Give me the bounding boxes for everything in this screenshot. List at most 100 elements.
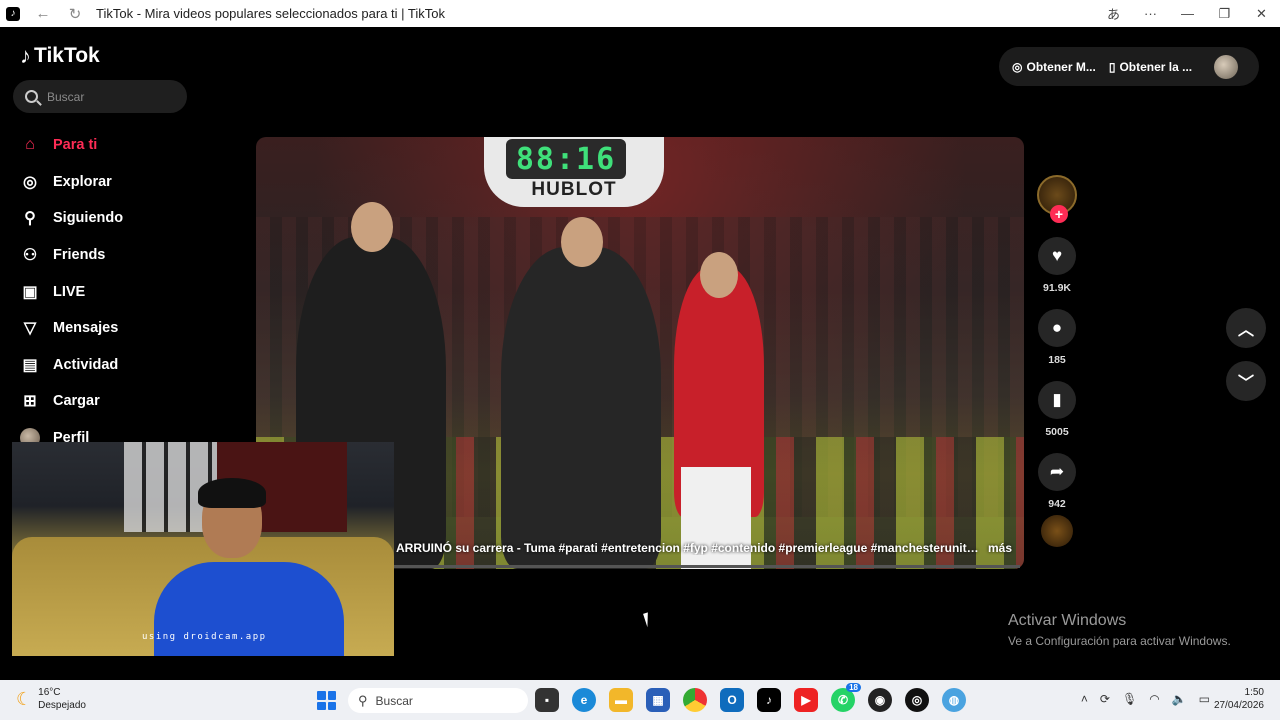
tiktok-app: ♪ TikTok Buscar ⌂ Para ti ◎ Explorar ⚲ S… (0, 27, 1280, 680)
sidebar-item-cargar[interactable]: ⊞ Cargar (20, 383, 123, 420)
sidebar-item-label: LIVE (53, 283, 86, 300)
sidebar-item-label: Para ti (53, 137, 98, 154)
taskbar-apps: ▪ e ▬ ▦ O ♪ ▶ ✆ 18 ◉ ◎ ◍ (535, 683, 979, 712)
coin-icon: ◎ (1012, 59, 1023, 74)
webcam-watermark: using droidcam.app (142, 632, 267, 642)
sidebar-nav: ⌂ Para ti ◎ Explorar ⚲ Siguiendo ⚇ Frien… (20, 127, 123, 456)
chrome-icon[interactable] (683, 688, 707, 712)
clock-date: 27/04/2026 (1213, 700, 1264, 711)
tiktok-taskbar-icon[interactable]: ♪ (757, 688, 781, 712)
like-button[interactable]: ♥ 91.9K (1037, 237, 1077, 295)
sidebar-item-label: Actividad (53, 356, 119, 373)
sidebar-item-friends[interactable]: ⚇ Friends (20, 237, 123, 274)
maximize-button[interactable]: ❐ (1206, 6, 1243, 22)
sidebar-item-mensajes[interactable]: ▽ Mensajes (20, 310, 123, 347)
sidebar-item-siguiendo[interactable]: ⚲ Siguiendo (20, 200, 123, 237)
user-follow-icon: ⚲ (24, 210, 36, 228)
app-icon[interactable]: ◍ (942, 688, 966, 712)
sidebar-item-label: Siguiendo (53, 210, 124, 227)
tiktok-logo[interactable]: ♪ TikTok (20, 43, 100, 69)
youtube-icon[interactable]: ▶ (794, 688, 818, 712)
clock[interactable]: 1:50 27/04/2026 (1214, 686, 1264, 712)
tiktok-app-icon: ♪ (6, 6, 20, 21)
microphone-icon[interactable]: 🎙 (1122, 692, 1137, 706)
previous-video-button[interactable]: ︿ (1226, 308, 1266, 348)
heart-icon: ♥ (1038, 237, 1076, 275)
start-button[interactable] (317, 691, 336, 710)
back-arrow-icon[interactable]: ← (34, 5, 52, 22)
sidebar-item-live[interactable]: ▣ LIVE (20, 273, 123, 310)
phone-icon: ▯ (1108, 59, 1116, 74)
board-brand: HUBLOT (531, 179, 617, 200)
user-avatar[interactable] (1214, 54, 1239, 79)
video-progress-bar[interactable] (393, 565, 1020, 568)
translate-icon[interactable]: あ (1095, 4, 1132, 23)
minimize-button[interactable]: — (1169, 6, 1206, 21)
whatsapp-icon[interactable]: ✆ 18 (831, 683, 861, 712)
sidebar-item-label: Cargar (53, 393, 100, 410)
weather-widget[interactable]: ☾ 16°C Despejado (16, 686, 86, 712)
substitution-board: 88:16 HUBLOT (484, 137, 664, 207)
save-count: 5005 (1045, 426, 1069, 438)
video-head (351, 202, 393, 252)
sidebar-item-explorar[interactable]: ◎ Explorar (20, 164, 123, 201)
share-button[interactable]: ➦ 942 (1037, 453, 1077, 511)
comment-icon: ● (1038, 309, 1076, 347)
comment-count: 185 (1048, 354, 1066, 366)
comment-button[interactable]: ● 185 (1037, 309, 1077, 367)
mouse-cursor (643, 610, 657, 628)
more-icon[interactable]: ··· (1132, 6, 1169, 21)
caption-text: ARRUINÓ su carrera - Tuma #parati #entre… (396, 541, 980, 555)
network-sync-icon[interactable]: ⟳ (1100, 692, 1110, 706)
webcam-overlay: using droidcam.app (12, 442, 394, 656)
get-coins-button[interactable]: ◎ Obtener M... (1012, 60, 1096, 74)
taskbar-search[interactable]: ⚲ Buscar (348, 688, 528, 713)
more-button[interactable]: más (988, 541, 1012, 555)
taskbar-search-label: Buscar (375, 693, 413, 708)
wifi-icon[interactable]: ◠ (1149, 692, 1159, 706)
volume-icon[interactable]: 🔈 (1172, 692, 1187, 706)
reload-icon[interactable]: ↻ (66, 5, 84, 23)
browser-titlebar: ♪ ← ↻ TikTok - Mira videos populares sel… (0, 0, 1280, 27)
windows-activation-watermark: Activar Windows Ve a Configuración para … (1008, 612, 1231, 648)
get-app-button[interactable]: ▯ Obtener la ... (1109, 60, 1192, 74)
search-icon (25, 90, 38, 103)
search-placeholder: Buscar (47, 89, 85, 104)
obs-icon[interactable]: ◉ (868, 688, 892, 712)
music-disc-icon[interactable] (1041, 515, 1073, 547)
send-icon: ▽ (23, 320, 37, 338)
temperature: 16°C (38, 687, 61, 698)
edge-icon[interactable]: e (572, 688, 596, 712)
video-head (561, 217, 603, 267)
sidebar-item-label: Friends (53, 247, 106, 264)
whatsapp-badge: 18 (846, 683, 861, 692)
creator-avatar[interactable]: + (1037, 175, 1077, 223)
webcam-app-icon[interactable]: ◎ (905, 688, 929, 712)
sidebar-item-actividad[interactable]: ▤ Actividad (20, 347, 123, 384)
video-head (700, 252, 738, 298)
friends-icon: ⚇ (22, 247, 38, 265)
file-explorer-icon[interactable]: ▬ (609, 688, 633, 712)
get-coins-label: Obtener M... (1026, 59, 1096, 74)
sidebar-item-label: Mensajes (53, 320, 119, 337)
task-view-icon[interactable]: ▪ (535, 688, 559, 712)
follow-plus-icon[interactable]: + (1050, 205, 1068, 223)
store-icon[interactable]: ▦ (646, 688, 670, 712)
chevron-up-icon: ︿ (1237, 322, 1254, 339)
next-video-button[interactable]: ﹀ (1226, 361, 1266, 401)
home-icon: ⌂ (25, 136, 35, 154)
like-count: 91.9K (1042, 282, 1072, 294)
search-input[interactable]: Buscar (13, 80, 187, 113)
chevron-up-icon[interactable]: ˄ (1081, 692, 1088, 706)
activation-subtitle: Ve a Configuración para activar Windows. (1008, 634, 1231, 648)
close-button[interactable]: ✕ (1243, 6, 1280, 22)
video-caption: ARRUINÓ su carrera - Tuma #parati #entre… (396, 541, 1016, 555)
activation-title: Activar Windows (1008, 612, 1127, 629)
sidebar-item-para-ti[interactable]: ⌂ Para ti (20, 127, 123, 164)
save-button[interactable]: ▮ 5005 (1037, 381, 1077, 439)
windows-taskbar: ☾ 16°C Despejado ⚲ Buscar ▪ e ▬ ▦ O ♪ ▶ … (0, 680, 1280, 720)
battery-icon[interactable]: ▭ (1199, 692, 1210, 706)
weather-condition: Despejado (38, 700, 86, 711)
outlook-icon[interactable]: O (720, 688, 744, 712)
moon-icon: ☾ (16, 688, 33, 709)
